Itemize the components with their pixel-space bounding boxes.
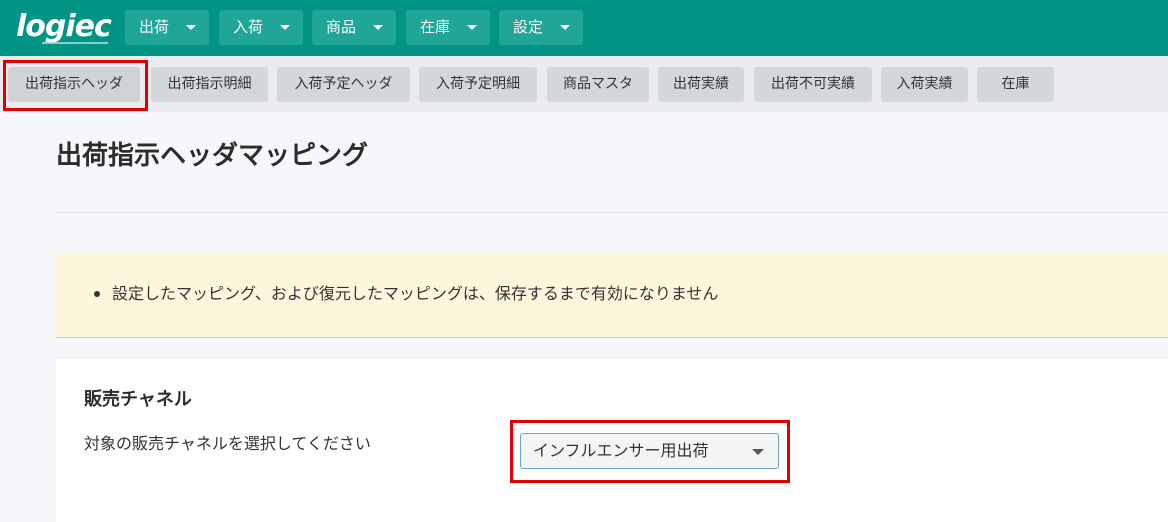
chevron-down-icon <box>186 25 196 30</box>
chevron-down-icon <box>752 449 764 455</box>
bullet-icon <box>94 291 100 297</box>
nav-menu-receiving[interactable]: 入荷 <box>219 10 303 45</box>
sales-channel-label: 対象の販売チャネルを選択してください <box>84 434 371 453</box>
tab-unshippable-results[interactable]: 出荷不可実績 <box>754 67 872 102</box>
sales-channel-selected-value: インフルエンサー用出荷 <box>533 441 709 460</box>
top-navbar: logiec 出荷 入荷 商品 在庫 設定 <box>0 0 1168 56</box>
nav-menu-settings[interactable]: 設定 <box>499 10 583 45</box>
nav-menu-inventory[interactable]: 在庫 <box>406 10 490 45</box>
tab-receiving-schedule-detail[interactable]: 入荷予定明細 <box>419 67 537 102</box>
chevron-down-icon <box>560 25 570 30</box>
logo-text: logiec <box>16 9 112 44</box>
save-notice-alert: 設定したマッピング、および復元したマッピングは、保存するまで有効になりません <box>56 253 1168 338</box>
chevron-down-icon <box>280 25 290 30</box>
title-divider <box>56 212 1168 213</box>
tab-receiving-results[interactable]: 入荷実績 <box>881 67 968 102</box>
nav-menu-label: 設定 <box>513 18 544 36</box>
tab-shipping-results[interactable]: 出荷実績 <box>658 67 744 102</box>
page-title: 出荷指示ヘッダマッピング <box>56 141 369 171</box>
nav-menu-shipping[interactable]: 出荷 <box>125 10 209 45</box>
nav-menu-label: 商品 <box>326 18 357 36</box>
sales-channel-select[interactable]: インフルエンサー用出荷 <box>520 433 779 469</box>
notice-text: 設定したマッピング、および復元したマッピングは、保存するまで有効になりません <box>112 284 719 303</box>
sales-channel-title: 販売チャネル <box>84 389 192 410</box>
logo-tagline-mark <box>42 42 108 44</box>
mapping-tab-bar: 出荷指示ヘッダ 出荷指示明細 入荷予定ヘッダ 入荷予定明細 商品マスタ 出荷実績… <box>0 56 1168 112</box>
nav-menu-label: 入荷 <box>233 18 264 36</box>
nav-menu-label: 出荷 <box>139 18 170 36</box>
tab-shipping-instruction-header[interactable]: 出荷指示ヘッダ <box>8 67 140 102</box>
logiec-logo[interactable]: logiec <box>16 9 112 44</box>
nav-menu-label: 在庫 <box>420 18 451 36</box>
tab-shipping-instruction-detail[interactable]: 出荷指示明細 <box>151 67 268 102</box>
tab-receiving-schedule-header[interactable]: 入荷予定ヘッダ <box>277 67 410 102</box>
tab-inventory[interactable]: 在庫 <box>977 67 1054 102</box>
tab-product-master[interactable]: 商品マスタ <box>547 67 649 102</box>
chevron-down-icon <box>373 25 383 30</box>
nav-menu-products[interactable]: 商品 <box>312 10 396 45</box>
chevron-down-icon <box>467 25 477 30</box>
